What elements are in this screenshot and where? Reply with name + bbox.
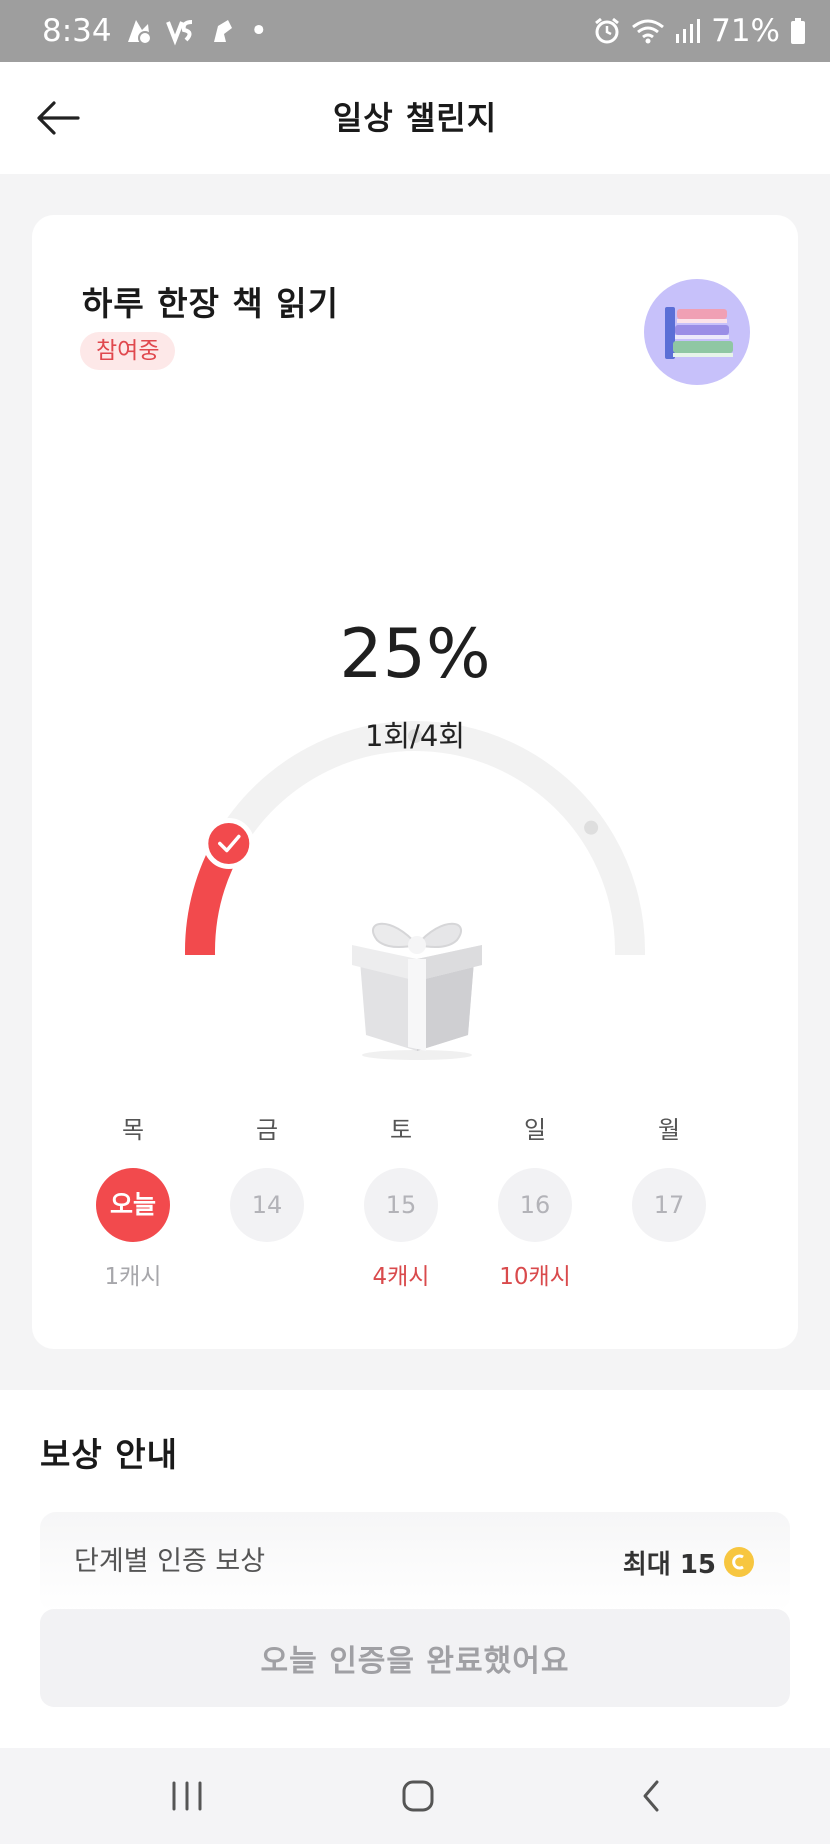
status-bar-right: 71% [593,13,806,49]
day-weekday: 금 [255,1116,279,1144]
home-button[interactable] [378,1766,458,1826]
challenge-card: 하루 한장 책 읽기 참여중 25% 1회/4회 목 오늘 1캐시 금 14 토… [32,215,798,1349]
day-circle[interactable]: 17 [632,1168,706,1242]
day-weekday: 목 [121,1116,145,1144]
day-reward: 4캐시 [372,1264,430,1290]
day-circle[interactable]: 15 [364,1168,438,1242]
app-notification-icon [213,20,232,42]
day-sunday: 일 16 10캐시 [480,1110,590,1292]
system-nav-bar [0,1748,830,1844]
day-circle[interactable]: 16 [498,1168,572,1242]
progress-gauge [185,721,645,955]
progress-percent: 25% [339,615,491,694]
day-friday: 금 14 [212,1110,322,1292]
app-header: 일상 챌린지 [0,62,830,174]
day-circle[interactable]: 14 [230,1168,304,1242]
day-reward [614,1262,724,1292]
status-badge: 참여중 [80,332,176,370]
notification-dot: • [249,13,268,49]
system-back-button[interactable] [611,1766,691,1826]
day-weekday: 일 [523,1116,547,1144]
progress-count: 1회/4회 [364,719,466,753]
reward-info-section: 보상 안내 단계별 인증 보상 최대 15 오늘 인증을 완료했어요 [0,1390,830,1748]
status-bar-left: 8:34 • [42,13,268,49]
signal-icon [676,19,701,43]
gift-icon [352,922,482,1060]
challenge-title: 하루 한장 책 읽기 [82,284,339,323]
alarm-icon [595,17,620,44]
vpn-icon [165,20,192,46]
gauge-step-marker [584,820,599,835]
recent-apps-button[interactable] [147,1766,227,1826]
status-time: 8:34 [42,13,112,49]
day-weekday: 월 [657,1116,681,1144]
books-icon [665,307,733,359]
coin-icon [724,1547,754,1577]
reward-row: 단계별 인증 보상 최대 15 [40,1512,790,1612]
day-reward [212,1262,322,1292]
recent-apps-icon [172,1781,202,1811]
reward-row-value: 최대 15 [623,1512,754,1612]
day-circle-today[interactable]: 오늘 [96,1168,170,1242]
wifi-icon [632,19,665,44]
page-title: 일상 챌린지 [332,99,498,137]
certification-complete-button[interactable]: 오늘 인증을 완료했어요 [40,1609,790,1707]
reward-max-value: 최대 15 [622,1549,716,1580]
battery-percent: 71% [711,13,780,49]
day-weekday: 토 [389,1116,413,1144]
home-icon [402,1780,434,1812]
day-reward: 10캐시 [499,1264,571,1290]
status-bar: 8:34 • 71% [0,0,830,62]
back-icon [643,1780,659,1812]
day-monday: 월 17 [614,1110,724,1292]
battery-icon [791,18,805,44]
day-thursday: 목 오늘 1캐시 [78,1110,188,1292]
reward-heading: 보상 안내 [40,1435,178,1474]
app-notification-icon [127,20,152,45]
day-saturday: 토 15 4캐시 [346,1110,456,1292]
gauge-check-badge [203,818,255,869]
reward-row-label: 단계별 인증 보상 [74,1546,266,1577]
challenge-avatar [644,279,750,385]
day-reward: 1캐시 [104,1264,162,1290]
